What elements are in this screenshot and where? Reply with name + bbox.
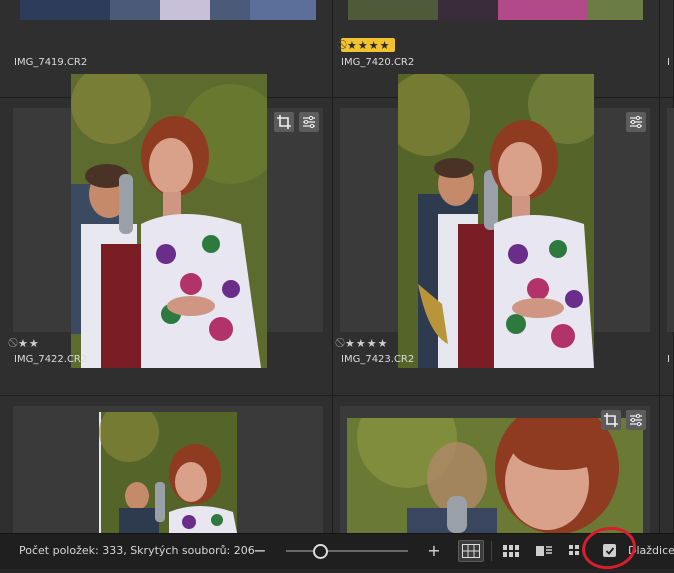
grid-cell[interactable]: ⃠ ★★★★ IMG_7423.CR2 — [333, 74, 660, 396]
toolbar-separator — [491, 541, 492, 561]
adjustments-icon — [630, 115, 642, 129]
list-view-icon — [569, 545, 579, 555]
adjustments-icon — [630, 413, 642, 427]
grid-cell[interactable] — [660, 396, 674, 533]
star-icon[interactable]: ★ — [347, 39, 357, 52]
grid-cell[interactable]: ⃠ ★★ IMG_7422.CR2 — [0, 74, 333, 396]
grid-view-button[interactable] — [458, 540, 484, 562]
zoom-slider-handle[interactable] — [313, 544, 329, 559]
crop-icon — [277, 115, 291, 129]
star-icon[interactable]: ★ — [367, 337, 377, 350]
item-count: Počet položek: 333, Skrytých souborů: 20… — [19, 544, 255, 557]
crop-button[interactable] — [601, 410, 621, 430]
thumbnail-slot — [667, 108, 674, 332]
detail-view-icon — [536, 546, 552, 556]
grid-cell[interactable]: I — [660, 0, 674, 98]
star-rating[interactable]: ⃠ ★★★★ — [341, 38, 395, 52]
zoom-in-button[interactable]: + — [424, 540, 444, 562]
adjustments-button[interactable] — [626, 410, 646, 430]
star-icon[interactable]: ★ — [380, 39, 390, 52]
checkbox-icon — [605, 546, 614, 555]
file-name: I — [667, 57, 670, 68]
file-name: IMG_7419.CR2 — [14, 57, 88, 68]
adjustments-button[interactable] — [299, 112, 319, 132]
crop-icon — [604, 413, 618, 427]
thumbnail-image[interactable] — [20, 0, 316, 20]
compact-grid-button[interactable] — [498, 540, 524, 562]
star-icon[interactable]: ★ — [356, 337, 366, 350]
grid-cell[interactable]: I — [660, 98, 674, 396]
tiles-label[interactable]: Dlaždice — [628, 544, 674, 557]
thumbnail-image[interactable] — [99, 412, 237, 533]
file-name: IMG_7420.CR2 — [341, 57, 415, 68]
star-icon[interactable]: ★ — [345, 337, 355, 350]
thumbnail-image[interactable] — [347, 418, 643, 533]
list-view-button[interactable] — [563, 540, 589, 562]
thumbnail-image[interactable] — [71, 74, 267, 368]
star-icon[interactable]: ★ — [18, 337, 28, 350]
adjustments-icon — [303, 115, 315, 129]
thumbnail-image[interactable] — [348, 0, 643, 20]
adjustments-button[interactable] — [626, 112, 646, 132]
zoom-out-button[interactable]: − — [250, 540, 270, 562]
star-icon[interactable]: ★ — [369, 39, 379, 52]
compact-grid-icon — [503, 545, 519, 557]
file-name: I — [667, 354, 670, 365]
file-name: IMG_7422.CR2 — [14, 354, 88, 365]
star-rating[interactable]: ⃠ ★★ — [15, 336, 39, 350]
zoom-slider[interactable] — [286, 550, 408, 552]
file-name: IMG_7423.CR2 — [341, 354, 415, 365]
grid-view-icon — [462, 544, 480, 558]
tiles-checkbox[interactable] — [603, 544, 616, 557]
grid-cell[interactable] — [0, 396, 333, 533]
star-icon[interactable]: ★ — [358, 39, 368, 52]
star-icon[interactable]: ★ — [29, 337, 39, 350]
status-bar: Počet položek: 333, Skrytých souborů: 20… — [0, 533, 674, 569]
crop-button[interactable] — [274, 112, 294, 132]
thumbnail-image[interactable] — [398, 74, 594, 368]
star-rating[interactable]: ⃠ ★★★★ — [342, 336, 388, 350]
grid-cell[interactable] — [333, 396, 660, 533]
star-icon[interactable]: ★ — [378, 337, 388, 350]
detail-view-button[interactable] — [531, 540, 557, 562]
thumbnail-grid: IMG_7419.CR2 ⃠ ★★★★ IMG_7420.CR2 I — [0, 0, 674, 533]
